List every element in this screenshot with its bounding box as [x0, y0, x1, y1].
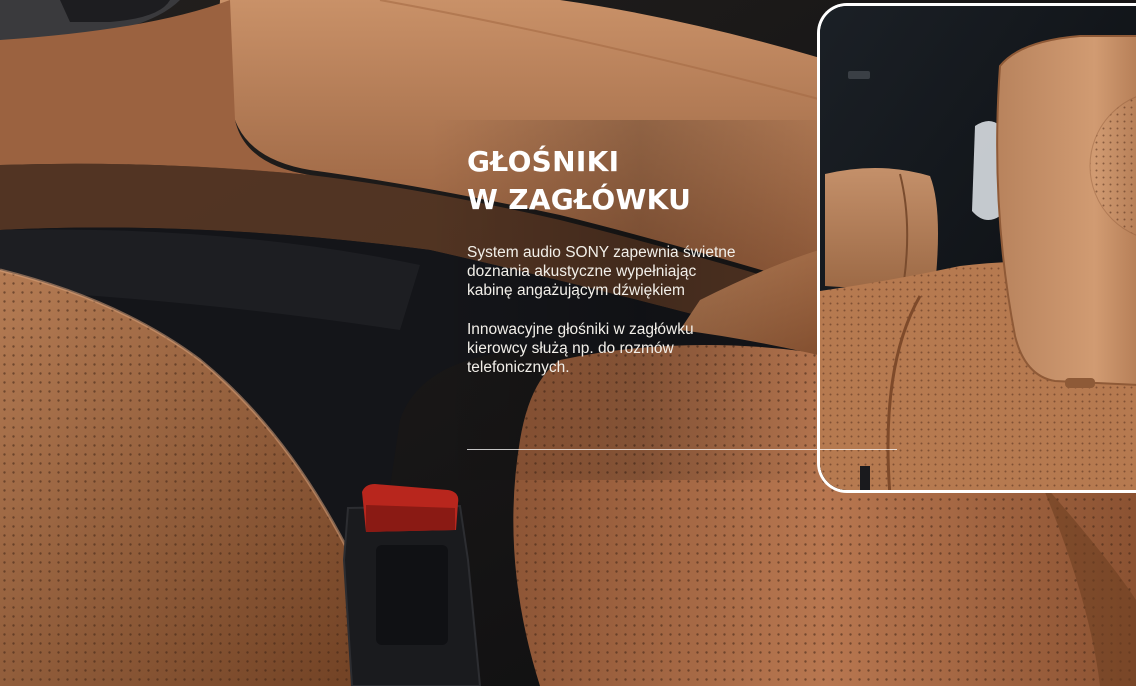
feature-description-1: System audio SONY zapewnia świetne dozna…: [467, 244, 736, 299]
feature-description-2: Innowacyjne głośniki w zagłówku kierowcy…: [467, 321, 694, 376]
feature-title-line-1: GŁOŚNIKI: [467, 145, 620, 178]
headrest-inset-image: [817, 3, 1136, 493]
feature-text-panel: GŁOŚNIKI W ZAGŁÓWKU System audio SONY za…: [467, 143, 797, 377]
feature-title-line-2: W ZAGŁÓWKU: [467, 183, 692, 216]
feature-title: GŁOŚNIKI W ZAGŁÓWKU: [467, 143, 797, 219]
headrest-speaker-illustration: [820, 6, 1136, 490]
section-divider: [467, 449, 897, 450]
